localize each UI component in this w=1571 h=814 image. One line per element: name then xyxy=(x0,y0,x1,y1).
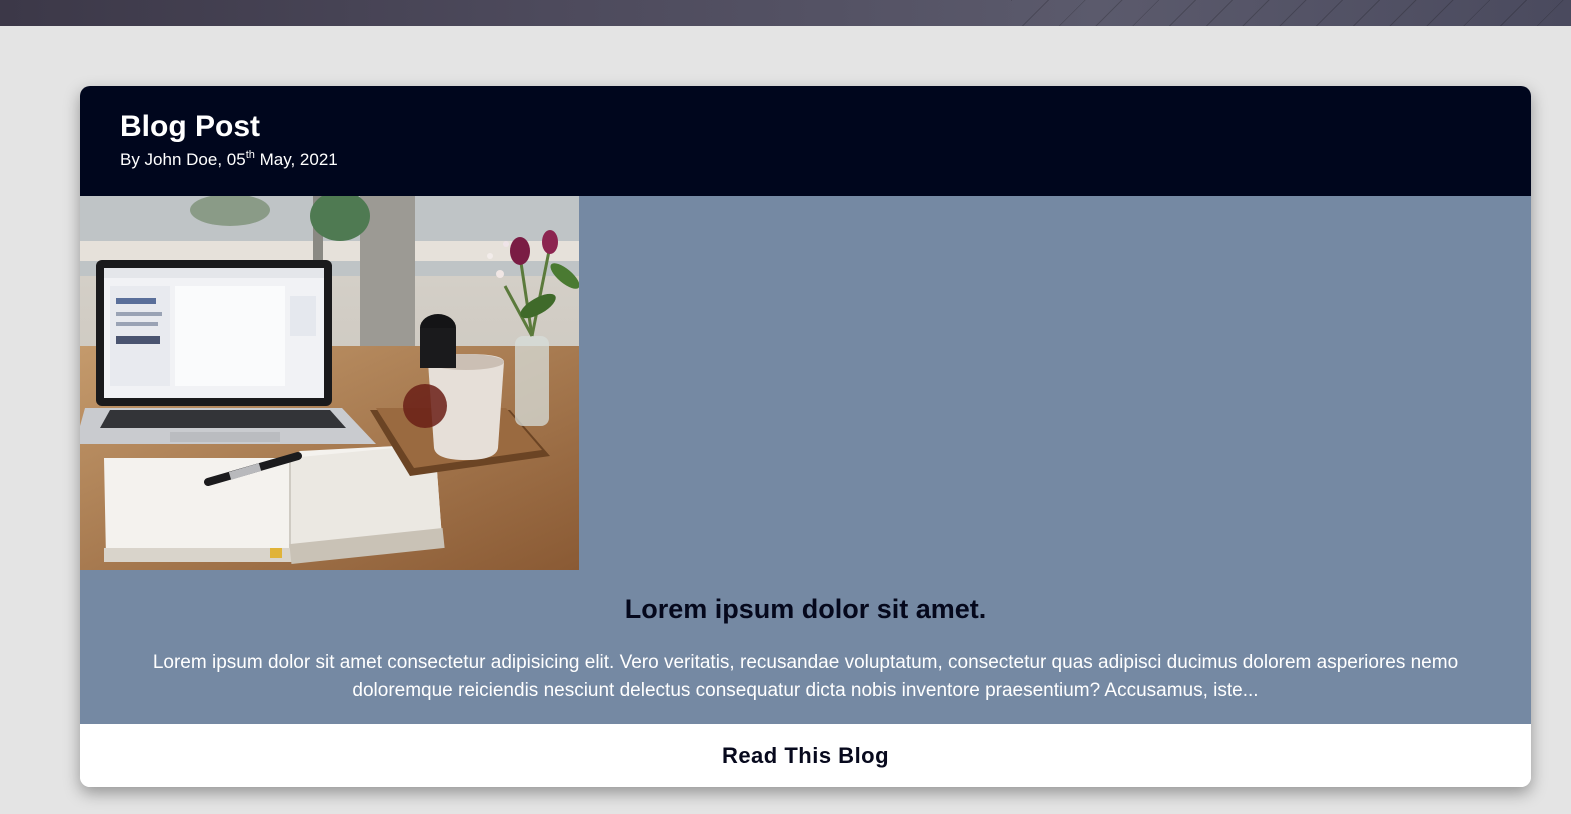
byline-author-date: By John Doe, 05 xyxy=(120,150,246,169)
read-blog-button[interactable]: Read This Blog xyxy=(710,739,901,773)
blog-image xyxy=(80,196,579,570)
blog-card-footer: Read This Blog xyxy=(80,724,1531,787)
banner-pattern xyxy=(1011,0,1571,26)
post-excerpt: Lorem ipsum dolor sit amet consectetur a… xyxy=(152,652,1459,701)
blog-card-body: Lorem ipsum dolor sit amet. Lorem ipsum … xyxy=(80,196,1531,724)
blog-card: Blog Post By John Doe, 05th May, 2021 Lo… xyxy=(80,86,1531,787)
blog-card-header: Blog Post By John Doe, 05th May, 2021 xyxy=(80,86,1531,196)
top-banner-strip xyxy=(0,0,1571,26)
blog-byline: By John Doe, 05th May, 2021 xyxy=(120,150,1491,170)
post-heading: Lorem ipsum dolor sit amet. xyxy=(624,594,987,624)
blog-title: Blog Post xyxy=(120,110,260,143)
byline-ordinal-suffix: th xyxy=(245,149,255,161)
byline-month-year: May, 2021 xyxy=(254,150,338,169)
